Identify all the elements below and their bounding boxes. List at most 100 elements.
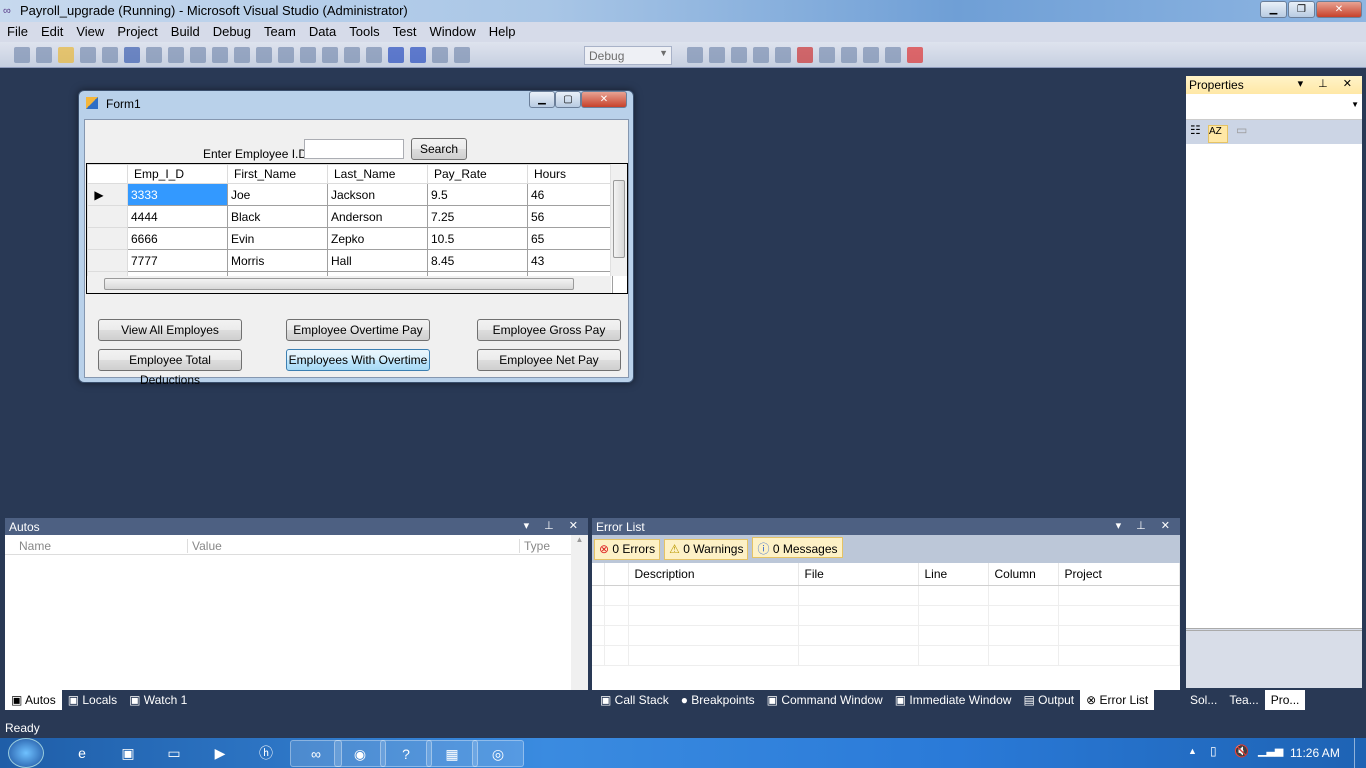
navigate-forward-icon[interactable]	[344, 47, 361, 63]
open-file-icon[interactable]	[58, 47, 75, 63]
navigate-back-icon[interactable]	[322, 47, 339, 63]
find-icon[interactable]	[212, 47, 229, 63]
solution-explorer-icon[interactable]	[687, 47, 703, 63]
column-header[interactable]: Description	[628, 563, 799, 586]
panel-controls[interactable]: ▾ ⊥ ✕	[1116, 519, 1176, 532]
form1-taskbar-icon[interactable]: ▦	[426, 740, 478, 767]
tab-team-explorer[interactable]: Tea...	[1223, 690, 1264, 710]
table-row[interactable]: ▶ 3333 Joe Jackson 9.5 46	[87, 183, 613, 206]
employee-id-input[interactable]	[304, 139, 404, 159]
grid-cell[interactable]: 4444	[127, 205, 228, 228]
paste-icon[interactable]	[190, 47, 207, 63]
tab-output[interactable]: ▤ Output	[1017, 690, 1080, 710]
maximize-button[interactable]: ❐	[1288, 1, 1315, 18]
grid-cell[interactable]: Morris	[227, 249, 328, 272]
grid-cell[interactable]: 43	[527, 249, 613, 272]
grid-cell[interactable]: 65	[527, 227, 613, 250]
grid-horizontal-scrollbar[interactable]	[87, 276, 611, 293]
watch-icon[interactable]	[885, 47, 901, 63]
grid-cell[interactable]: 9.5	[427, 183, 528, 206]
column-header[interactable]: Value	[187, 539, 222, 553]
menu-edit[interactable]: Edit	[34, 22, 69, 39]
tab-breakpoints[interactable]: ● Breakpoints	[675, 690, 761, 710]
app-taskbar-icon[interactable]: ▣	[102, 740, 154, 767]
column-header[interactable]: First_Name	[227, 164, 328, 184]
property-pages-icon[interactable]: ▭	[1236, 123, 1254, 141]
tab-command-window[interactable]: ▣ Command Window	[761, 690, 889, 710]
grid-cell[interactable]: 6666	[127, 227, 228, 250]
uncomment-icon[interactable]	[256, 47, 273, 63]
tab-solution-explorer[interactable]: Sol...	[1184, 690, 1223, 710]
step-icon[interactable]	[819, 47, 835, 63]
grid-cell[interactable]: Anderson	[327, 205, 428, 228]
grid-cell[interactable]: 7777	[127, 249, 228, 272]
menu-file[interactable]: File	[0, 22, 34, 39]
table-row[interactable]: 7777 Morris Hall 8.45 43	[87, 249, 613, 272]
toolbox-icon[interactable]	[753, 47, 769, 63]
break-all-icon[interactable]	[388, 47, 405, 63]
immediate-icon[interactable]	[841, 47, 857, 63]
start-button[interactable]	[8, 738, 44, 768]
menu-test[interactable]: Test	[386, 22, 423, 39]
tab-autos[interactable]: ▣ Autos	[5, 690, 62, 710]
column-header[interactable]: File	[798, 563, 919, 586]
cut-icon[interactable]	[146, 47, 163, 63]
show-hidden-icons[interactable]: ▲	[1188, 746, 1197, 756]
grid-cell[interactable]: Hall	[327, 249, 428, 272]
row-header[interactable]	[87, 227, 128, 250]
menu-help[interactable]: Help	[482, 22, 522, 39]
employee-total-deductions-button[interactable]: Employee Total Deductions	[98, 349, 242, 387]
copy-icon[interactable]	[168, 47, 185, 63]
employee-overtime-pay-button[interactable]: Employee Overtime Pay	[286, 319, 430, 341]
menu-data[interactable]: Data	[302, 22, 342, 39]
show-desktop-button[interactable]	[1354, 738, 1366, 768]
employee-net-pay-button[interactable]: Employee Net Pay	[477, 349, 621, 371]
column-header[interactable]: Hours	[527, 164, 613, 184]
view-all-employes-button[interactable]: View All Employes	[98, 319, 242, 341]
form-maximize-button[interactable]: ▢	[555, 91, 581, 108]
grid-cell[interactable]: 3333	[127, 183, 228, 206]
table-row[interactable]: 4444 Black Anderson 7.25 56	[87, 205, 613, 228]
undo-icon[interactable]	[278, 47, 295, 63]
column-header[interactable]: Name	[19, 539, 51, 553]
column-header[interactable]: Emp_I_D	[127, 164, 228, 184]
grid-cell[interactable]: Zepko	[327, 227, 428, 250]
help-taskbar-icon[interactable]: ?	[380, 740, 432, 767]
search-button[interactable]: Search	[411, 138, 467, 160]
ie-taskbar-icon[interactable]: e	[56, 740, 108, 767]
save-icon[interactable]	[102, 47, 119, 63]
save-all-icon[interactable]	[124, 47, 141, 63]
continue-icon[interactable]	[366, 47, 383, 63]
tab-call-stack[interactable]: ▣ Call Stack	[594, 690, 675, 710]
tab-error-list[interactable]: ⊗ Error List	[1080, 690, 1155, 710]
tab-immediate-window[interactable]: ▣ Immediate Window	[889, 690, 1018, 710]
locals-icon[interactable]	[863, 47, 879, 63]
grid-cell[interactable]: Joe	[227, 183, 328, 206]
row-header[interactable]	[87, 205, 128, 228]
step-into-icon[interactable]	[432, 47, 449, 63]
volume-muted-icon[interactable]: 🔇	[1234, 744, 1249, 758]
breakpoint-icon[interactable]	[907, 47, 923, 63]
comment-icon[interactable]	[234, 47, 251, 63]
redo-icon[interactable]	[300, 47, 317, 63]
grid-cell[interactable]: Black	[227, 205, 328, 228]
tab-locals[interactable]: ▣ Locals	[62, 690, 123, 710]
grid-cell[interactable]: Jackson	[327, 183, 428, 206]
new-project-icon[interactable]	[14, 47, 31, 63]
hp-taskbar-icon[interactable]: ⓗ	[240, 740, 292, 767]
employee-gross-pay-button[interactable]: Employee Gross Pay	[477, 319, 621, 341]
tab-properties[interactable]: Pro...	[1264, 690, 1306, 710]
grid-cell[interactable]: 7.25	[427, 205, 528, 228]
panel-controls[interactable]: ▾ ⊥ ✕	[1298, 77, 1358, 90]
menu-team[interactable]: Team	[257, 22, 302, 39]
warnings-filter-button[interactable]: ⚠ 0 Warnings	[664, 539, 749, 560]
app2-taskbar-icon[interactable]: ◎	[472, 740, 524, 767]
column-header[interactable]: Column	[988, 563, 1059, 586]
grid-cell[interactable]: 8.45	[427, 249, 528, 272]
tab-watch-1[interactable]: ▣ Watch 1	[123, 690, 193, 710]
media-player-taskbar-icon[interactable]: ▶	[194, 740, 246, 767]
row-header[interactable]	[87, 249, 128, 272]
solution-configuration-dropdown[interactable]: Debug ▼	[584, 46, 672, 65]
add-item-icon[interactable]	[36, 47, 53, 63]
menu-window[interactable]: Window	[422, 22, 481, 39]
